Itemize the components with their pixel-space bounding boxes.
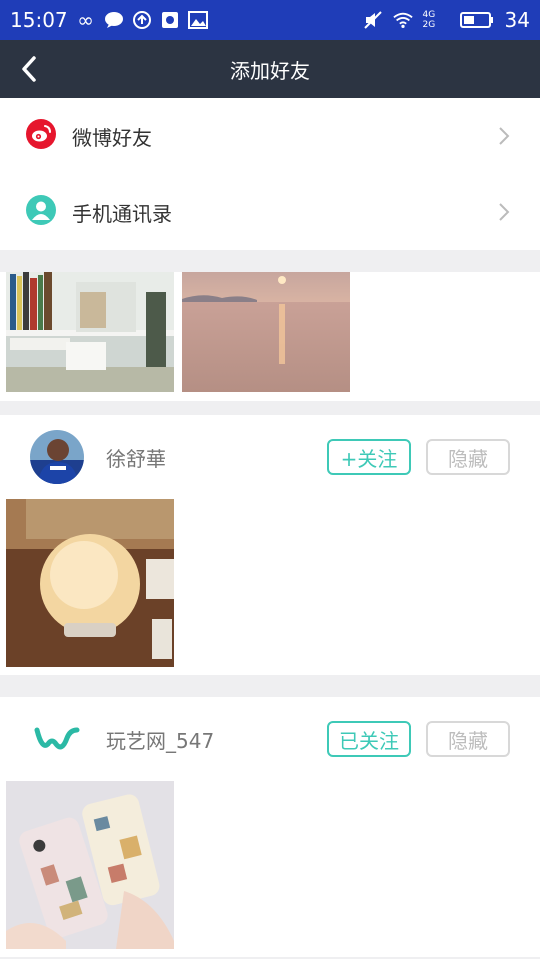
battery-icon xyxy=(459,10,495,30)
followed-button[interactable]: 已关注 xyxy=(327,721,411,757)
add-friend-menu: 微博好友 手机通讯录 xyxy=(0,98,540,250)
hide-button[interactable]: 隐藏 xyxy=(426,721,510,757)
user-card-1: 徐舒華 +关注 隐藏 xyxy=(0,415,540,675)
nav-bar: 添加好友 xyxy=(0,40,540,98)
notification-icon xyxy=(160,10,180,30)
photo-phone-cases[interactable] xyxy=(6,781,174,949)
avatar[interactable] xyxy=(30,430,84,484)
network-label: 4G 2G xyxy=(422,10,436,30)
menu-label-weibo: 微博好友 xyxy=(72,125,152,150)
chevron-right-icon xyxy=(499,203,510,221)
menu-item-weibo-friends[interactable]: 微博好友 xyxy=(0,98,540,174)
menu-label-contacts: 手机通讯录 xyxy=(72,201,172,226)
username[interactable]: 徐舒華 xyxy=(106,443,327,472)
username[interactable]: 玩艺网_547 xyxy=(106,725,327,754)
photo-lamp[interactable] xyxy=(6,499,174,667)
page-title: 添加好友 xyxy=(230,58,310,83)
back-button[interactable] xyxy=(0,40,58,98)
wanyiwang-logo-icon xyxy=(34,727,80,750)
contacts-icon xyxy=(26,195,56,229)
mute-icon xyxy=(363,10,383,30)
status-bar: 15:07 ∞ 4G 2G 34 xyxy=(0,0,540,40)
status-time: 15:07 xyxy=(10,8,68,32)
image-icon xyxy=(187,10,208,30)
chevron-right-icon xyxy=(499,127,510,145)
photo-bookshelf[interactable] xyxy=(6,272,174,392)
chevron-left-icon xyxy=(22,56,36,82)
recommended-photos-card xyxy=(0,272,540,401)
chat-icon xyxy=(104,10,124,30)
avatar[interactable] xyxy=(30,712,84,766)
sync-icon xyxy=(132,10,152,30)
infinity-icon: ∞ xyxy=(77,8,94,32)
user-card-2: 玩艺网_547 已关注 隐藏 xyxy=(0,697,540,957)
wifi-icon xyxy=(392,10,413,30)
hide-button[interactable]: 隐藏 xyxy=(426,439,510,475)
menu-item-contacts[interactable]: 手机通讯录 xyxy=(0,174,540,250)
battery-level: 34 xyxy=(504,8,530,32)
photo-sunset-lake[interactable] xyxy=(182,272,350,392)
weibo-icon xyxy=(26,119,56,153)
follow-button[interactable]: +关注 xyxy=(327,439,411,475)
